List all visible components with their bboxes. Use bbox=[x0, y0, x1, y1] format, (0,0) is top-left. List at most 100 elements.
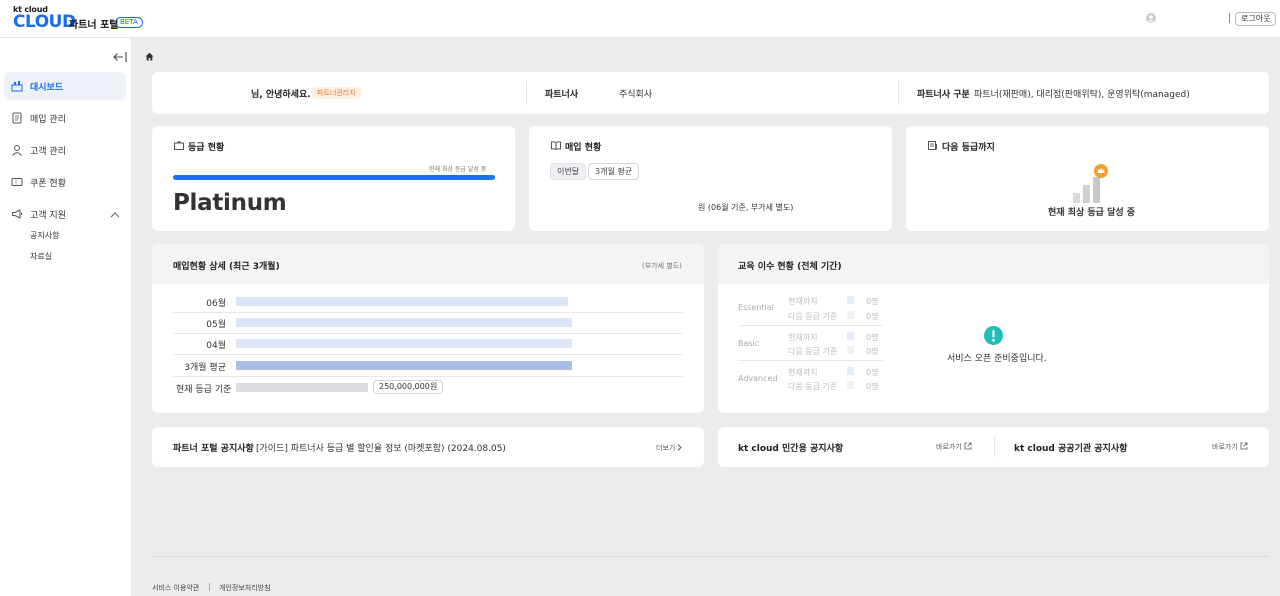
divider bbox=[898, 81, 899, 105]
edu-bar bbox=[847, 367, 854, 375]
partner-type-value: 파트너(재판매), 대리점(판매위탁), 운영위탁(managed) bbox=[974, 90, 1190, 100]
document-icon bbox=[12, 112, 22, 124]
logo-main-text: CLOUD bbox=[13, 12, 76, 32]
edu-bar bbox=[847, 381, 854, 389]
education-title: 교육 이수 현황 (전체 기간) bbox=[738, 262, 842, 272]
edu-row-next: 다음 등급 기준 bbox=[788, 382, 838, 391]
top-header: kt cloud CLOUD 파트너 포털 BETA 로그아웃 bbox=[0, 0, 1280, 38]
home-icon[interactable] bbox=[145, 52, 154, 61]
book-icon bbox=[551, 141, 561, 150]
external-link-icon[interactable] bbox=[1240, 442, 1248, 450]
coupon-icon bbox=[11, 178, 23, 186]
role-badge: 파트너관리자 bbox=[311, 87, 362, 99]
bar-baseline bbox=[236, 383, 368, 392]
chevron-up-icon[interactable] bbox=[110, 211, 120, 219]
rank-podium-icon bbox=[1073, 164, 1108, 203]
footer-separator bbox=[209, 583, 210, 591]
sidebar-item-customers[interactable]: 고객 관리 bbox=[4, 136, 126, 164]
private-goto-link[interactable]: 바로가기 bbox=[936, 442, 962, 452]
alert-icon bbox=[984, 326, 1003, 345]
purchase-note: 원 (06월 기준, 부가세 별도) bbox=[698, 203, 794, 212]
grade-title: 등급 현황 bbox=[188, 143, 225, 153]
baseline-label: 현재 등급 기준 bbox=[176, 385, 232, 395]
edu-category: Essential bbox=[738, 303, 774, 312]
user-avatar-icon[interactable] bbox=[1146, 13, 1156, 23]
purchase-detail-title: 매입현황 상세 (최근 3개월) bbox=[173, 262, 280, 272]
edu-value: 0명 bbox=[866, 347, 879, 356]
sidebar-item-coupons[interactable]: 쿠폰 현황 bbox=[4, 168, 126, 196]
edu-value: 0명 bbox=[866, 297, 879, 306]
tab-this-month[interactable]: 이번달 bbox=[550, 163, 587, 180]
edu-bar bbox=[847, 311, 854, 319]
privacy-link[interactable]: 개인정보처리방침 bbox=[219, 583, 271, 593]
edu-row-current: 현재까지 bbox=[788, 333, 818, 342]
service-preparing-text: 서비스 오픈 준비중입니다. bbox=[947, 354, 1047, 364]
row-divider bbox=[738, 325, 883, 326]
user-icon bbox=[12, 145, 22, 156]
partner-label: 파트너사 bbox=[545, 90, 579, 100]
sidebar-item-dashboard[interactable]: 대시보드 bbox=[4, 72, 126, 100]
sidebar-subitem-archive[interactable]: 자료실 bbox=[30, 251, 52, 262]
edu-bar bbox=[847, 296, 854, 304]
bar-label: 06월 bbox=[206, 299, 226, 309]
megaphone-icon bbox=[12, 209, 22, 219]
next-grade-status: 현재 최상 등급 달성 중 bbox=[1048, 208, 1136, 218]
bar-3month-average bbox=[236, 361, 572, 370]
sidebar: 대시보드 매입 관리 고객 관리 쿠폰 현황 고객 지원 공지사항 자료실 bbox=[0, 38, 132, 596]
sidebar-item-label: 고객 관리 bbox=[30, 147, 66, 157]
logout-button[interactable]: 로그아웃 bbox=[1235, 12, 1277, 26]
edu-row-current: 현재까지 bbox=[788, 297, 818, 306]
edu-bar bbox=[847, 346, 854, 354]
sidebar-item-purchase[interactable]: 매입 관리 bbox=[4, 104, 126, 132]
public-goto-link[interactable]: 바로가기 bbox=[1212, 442, 1238, 452]
grade-icon bbox=[174, 141, 184, 150]
vat-note: (부가세 별도) bbox=[642, 262, 682, 270]
public-notice-title: kt cloud 공공기관 공지사항 bbox=[1014, 444, 1128, 454]
bar-label: 04월 bbox=[206, 341, 226, 351]
edu-category: Basic bbox=[738, 339, 760, 348]
chevron-right-icon[interactable] bbox=[677, 444, 682, 451]
private-notice-title: kt cloud 민간용 공지사항 bbox=[738, 444, 844, 454]
row-divider bbox=[173, 333, 683, 334]
edu-value: 0명 bbox=[866, 333, 879, 342]
row-divider bbox=[173, 376, 683, 377]
beta-badge: BETA bbox=[115, 17, 143, 28]
divider bbox=[526, 81, 527, 105]
bar-label: 3개월 평균 bbox=[184, 363, 226, 373]
sidebar-subitem-notices[interactable]: 공지사항 bbox=[30, 230, 59, 241]
greeting-text: 님, 안녕하세요. bbox=[251, 90, 311, 100]
dashboard-icon bbox=[11, 81, 23, 92]
edu-bar bbox=[847, 332, 854, 340]
portal-notice-title: 파트너 포털 공지사항 bbox=[173, 444, 254, 454]
purchase-title: 매입 현황 bbox=[565, 143, 602, 153]
external-link-icon[interactable] bbox=[964, 442, 972, 450]
row-divider bbox=[738, 360, 883, 361]
next-grade-title: 다음 등급까지 bbox=[942, 143, 995, 153]
sidebar-item-label: 쿠폰 현황 bbox=[30, 179, 66, 189]
sidebar-item-label: 매입 관리 bbox=[30, 115, 66, 125]
clipboard-icon bbox=[928, 141, 937, 150]
partner-type-label: 파트너사 구분 bbox=[917, 90, 970, 100]
header-divider bbox=[1229, 13, 1230, 23]
portal-notice-item[interactable]: [가이드] 파트너사 등급 별 할인율 정보 (마켓포함) (2024.08.0… bbox=[256, 441, 506, 454]
bar-june bbox=[236, 297, 568, 306]
row-divider bbox=[173, 312, 683, 313]
tab-3month-average[interactable]: 3개월 평균 bbox=[588, 163, 640, 180]
kt-cloud-logo[interactable]: kt cloud CLOUD bbox=[13, 6, 76, 31]
sidebar-item-label: 고객 지원 bbox=[30, 211, 66, 221]
grade-progress-bar bbox=[173, 175, 495, 180]
terms-link[interactable]: 서비스 이용약관 bbox=[152, 583, 199, 593]
edu-value: 0명 bbox=[866, 382, 879, 391]
bar-april bbox=[236, 339, 572, 348]
edu-value: 0명 bbox=[866, 368, 879, 377]
divider bbox=[994, 437, 995, 457]
sidebar-item-label: 대시보드 bbox=[30, 83, 64, 93]
more-link[interactable]: 더보기 bbox=[656, 443, 675, 453]
partner-value: 주식회사 bbox=[619, 90, 653, 100]
edu-row-next: 다음 등급 기준 bbox=[788, 312, 838, 321]
edu-row-next: 다음 등급 기준 bbox=[788, 347, 838, 356]
sidebar-item-support[interactable]: 고객 지원 bbox=[4, 200, 126, 228]
tier-name: Platinum bbox=[173, 190, 287, 216]
collapse-sidebar-icon[interactable] bbox=[113, 51, 127, 63]
bar-may bbox=[236, 318, 572, 327]
